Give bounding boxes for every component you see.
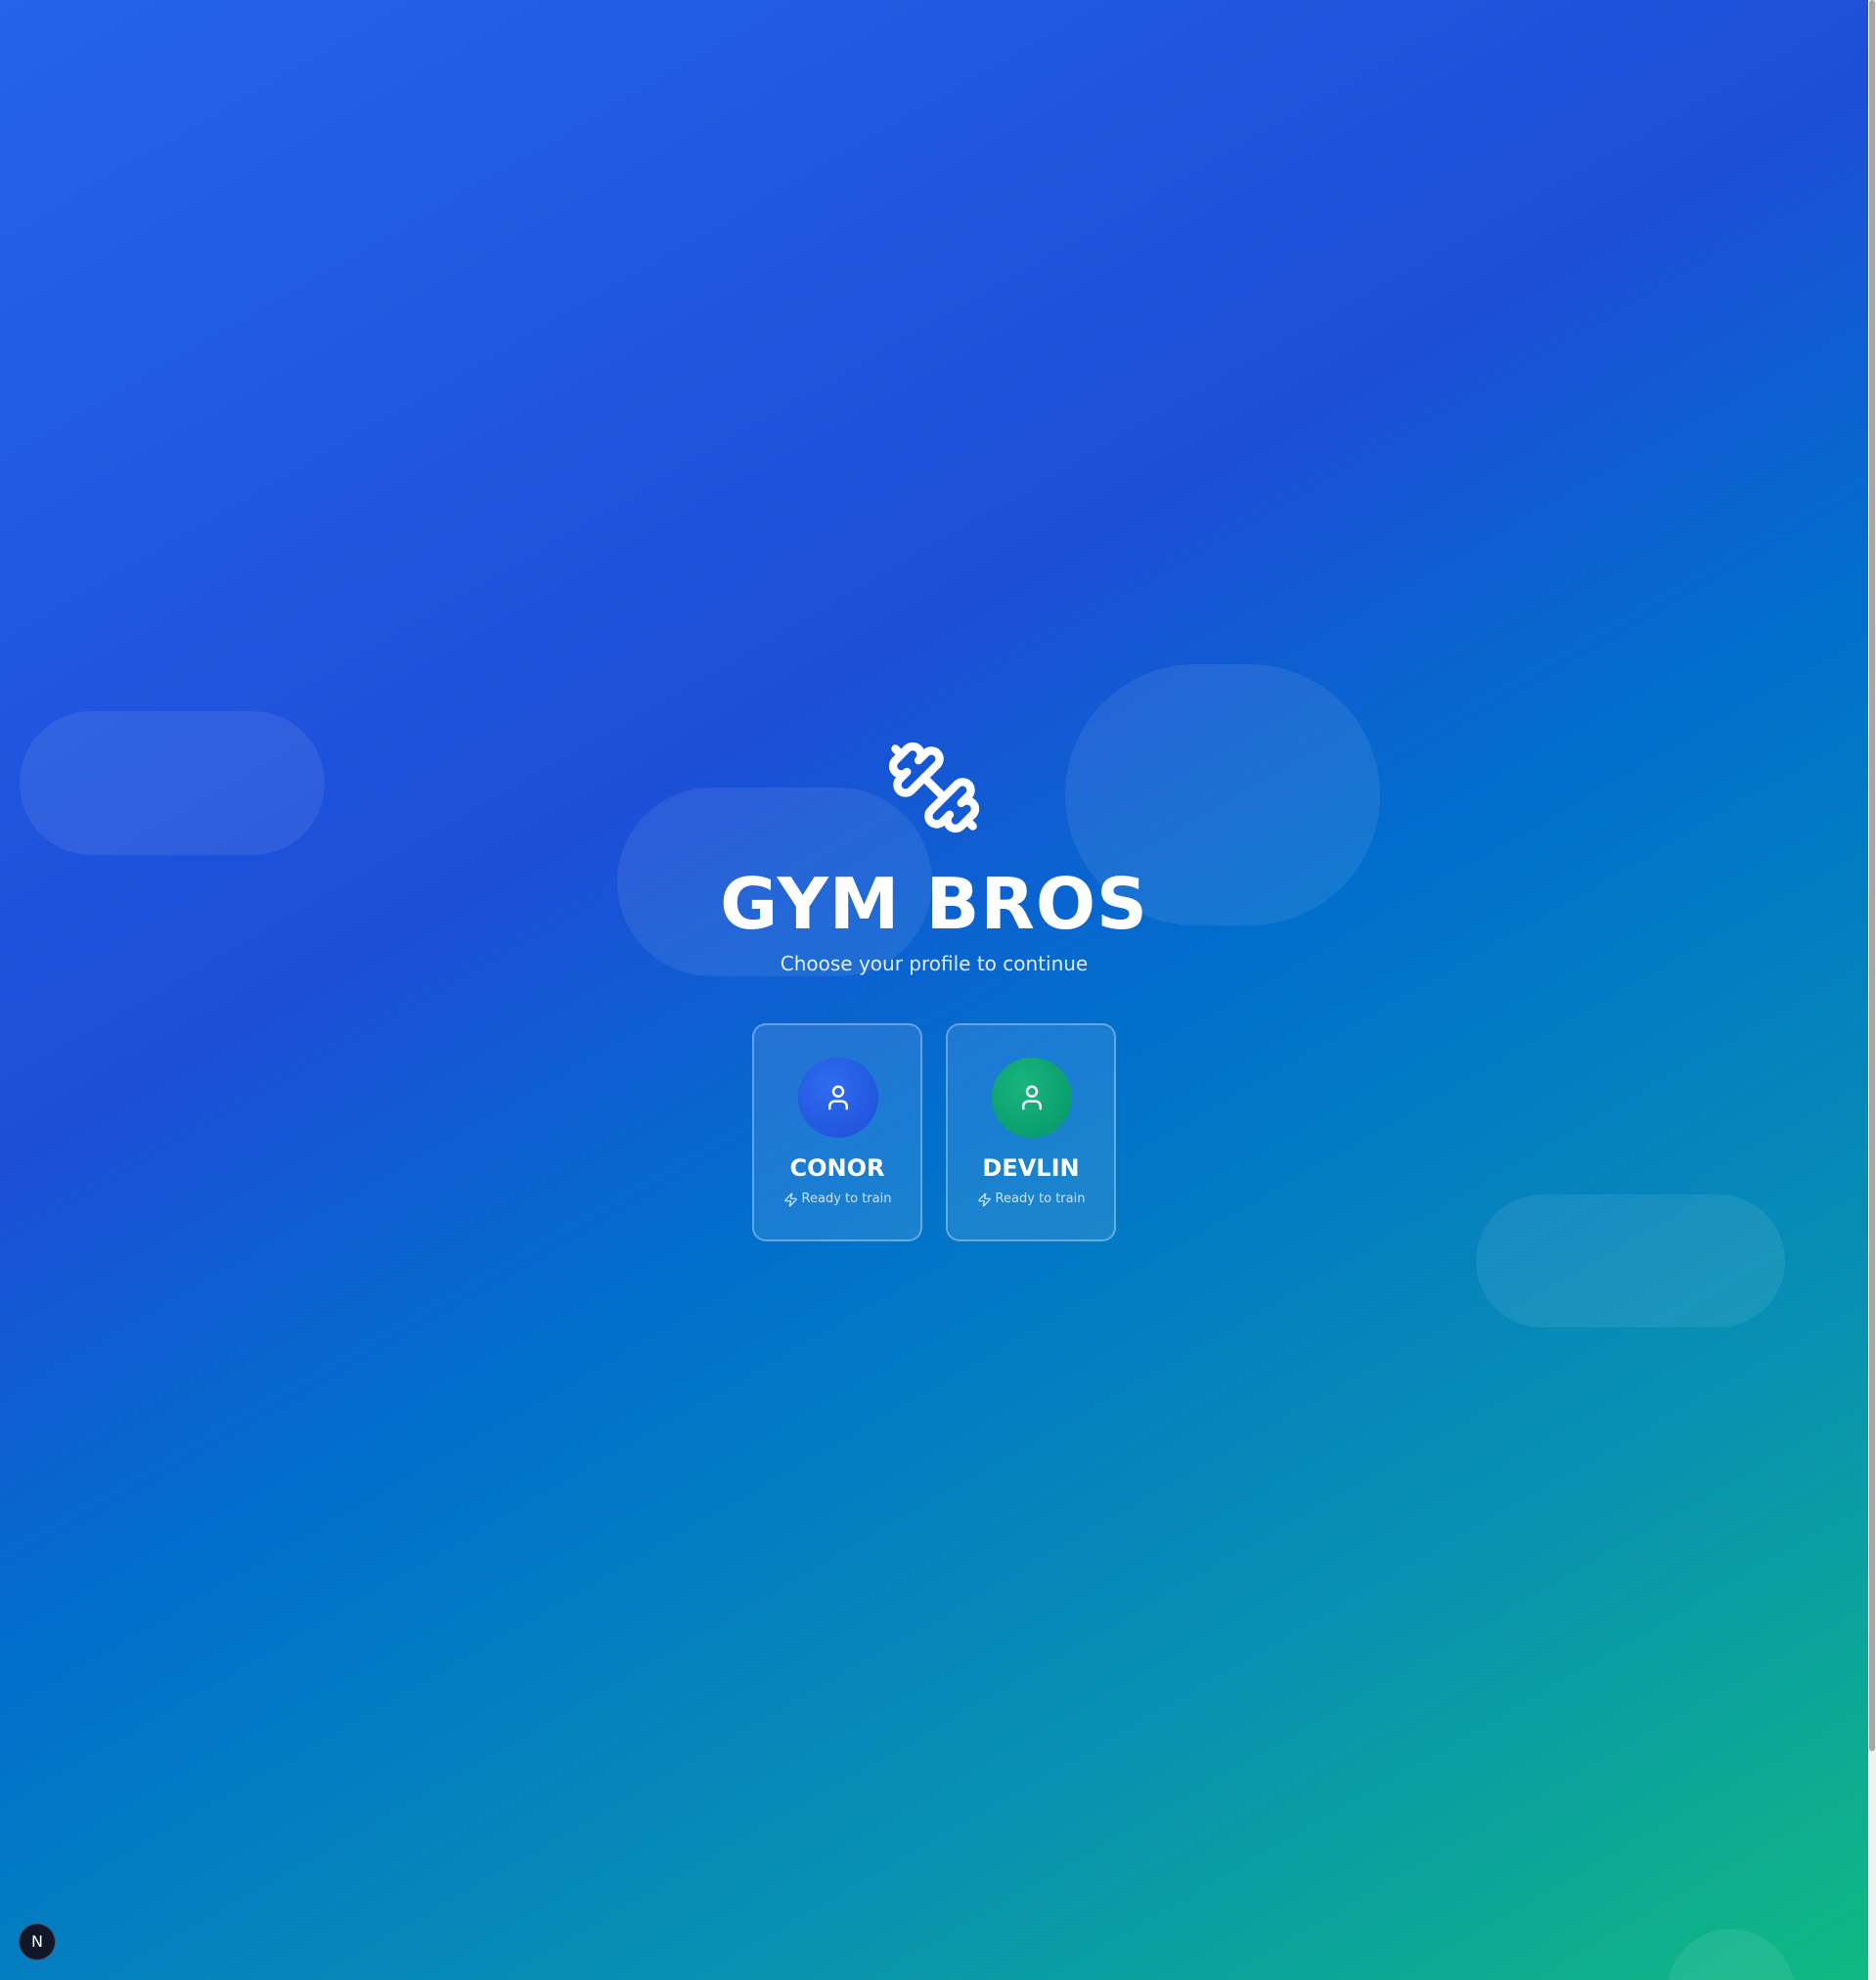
profile-select-page: GYM BROS Choose your profile to continue… [0, 0, 1868, 1980]
profile-card-conor[interactable]: CONOR Ready to train [752, 1023, 922, 1241]
profile-status: Ready to train [948, 1191, 1114, 1208]
profile-name: DEVLIN [982, 1154, 1080, 1182]
lightning-icon [783, 1192, 797, 1206]
app-title: GYM BROS [720, 863, 1148, 945]
avatar [992, 1058, 1072, 1138]
scrollbar-thumb[interactable] [1869, 0, 1875, 1751]
avatar [798, 1058, 878, 1138]
lightning-icon [977, 1192, 991, 1206]
profile-status: Ready to train [754, 1191, 920, 1208]
dev-tools-badge[interactable]: N [19, 1923, 56, 1960]
background-blob [1667, 1929, 1795, 1980]
profile-card-devlin[interactable]: DEVLIN Ready to train [946, 1023, 1116, 1241]
profile-status-label: Ready to train [801, 1192, 892, 1206]
user-icon [1022, 1085, 1042, 1110]
user-icon [828, 1085, 848, 1110]
dumbbell-icon [885, 739, 983, 836]
background-blob [1476, 1194, 1785, 1328]
background-blob [20, 711, 325, 855]
profile-name: CONOR [789, 1154, 885, 1182]
page-subtitle: Choose your profile to continue [780, 952, 1089, 975]
profile-status-label: Ready to train [995, 1192, 1086, 1206]
